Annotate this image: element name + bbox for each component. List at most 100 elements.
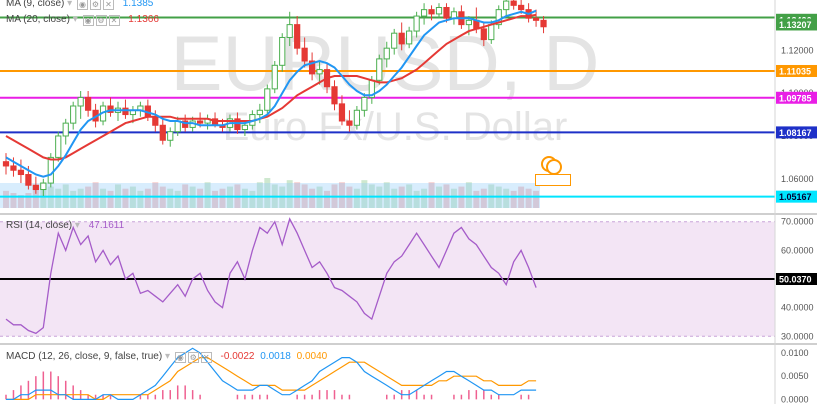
ma20-dropdown-icon[interactable]: ▾ [73, 14, 78, 25]
candle-body [159, 124, 166, 141]
rsi-value: 47.1611 [88, 220, 125, 231]
candle-body [294, 24, 301, 49]
rsi-tick-label: 60.0000 [781, 245, 814, 255]
ma9-remove-icon[interactable]: ✕ [102, 0, 114, 10]
candle-body [47, 156, 54, 184]
event-marker-icon[interactable] [546, 159, 562, 175]
candle-body [510, 0, 517, 6]
ma20-value: 1.1366 [128, 14, 159, 25]
price-badge-label: 1.08167 [779, 128, 812, 138]
price-tick-label: 1.12000 [781, 45, 814, 55]
candle-body [167, 131, 174, 141]
candle-body [338, 103, 346, 122]
price-badge-label: 1.11035 [779, 66, 811, 76]
rsi-dropdown-icon[interactable]: ▾ [75, 220, 80, 231]
candle-body [488, 24, 495, 41]
price-badge-label: 1.05167 [779, 192, 812, 202]
ma9-dropdown-icon[interactable]: ▾ [67, 0, 72, 9]
ma20-legend[interactable]: MA (20, close) ▾ ◉ ⚙ ✕ 1.1366 [6, 14, 159, 26]
ma9-label: MA (9, close) [6, 0, 65, 9]
candle-body [406, 30, 413, 45]
candle-body [10, 165, 17, 171]
rsi-tick-label: 70.0000 [781, 217, 814, 227]
macd-settings-icon[interactable]: ⚙ [187, 352, 199, 363]
candle-body [480, 28, 487, 41]
ma9-value: 1.1385 [122, 0, 154, 9]
candle-body [174, 120, 181, 133]
ma9-settings-icon[interactable]: ⚙ [89, 0, 101, 10]
candle-body [264, 88, 271, 111]
candle-body [2, 161, 10, 167]
ma9-legend[interactable]: MA (9, close) ▾ ◉ ⚙ ✕ 1.1385 [6, 0, 153, 10]
candle-body [353, 109, 361, 126]
candle-body [70, 105, 77, 124]
candle-body [40, 182, 47, 191]
rsi-tick-label: 40.0000 [781, 303, 814, 313]
candle-body [503, 0, 510, 11]
candle-body [25, 174, 32, 186]
macd-label: MACD (12, 26, close, 9, false, true) [6, 351, 163, 362]
rsi-legend[interactable]: RSI (14, close) ▾ 47.1611 [6, 220, 124, 231]
candle-body [55, 135, 62, 158]
candle-body [17, 169, 25, 176]
volume-ma-band [0, 183, 540, 208]
candle-body [420, 9, 428, 17]
candle-body [413, 15, 420, 32]
macd-dropdown-icon[interactable]: ▾ [165, 351, 170, 362]
candle-body [279, 36, 286, 66]
candle-body [443, 6, 450, 19]
candle-body [428, 9, 435, 15]
candle-body [465, 19, 472, 26]
macd-hide-icon[interactable]: ◉ [174, 352, 186, 363]
candle-body [286, 24, 293, 38]
candle-body [331, 86, 338, 105]
rsi-label: RSI (14, close) [6, 220, 73, 231]
candle-body [518, 4, 525, 11]
flag-icon[interactable] [535, 174, 571, 186]
ma20-label: MA (20, close) [6, 14, 70, 25]
candle-body [435, 6, 443, 15]
candle-body [32, 184, 39, 191]
candle-body [256, 109, 263, 116]
macd-value-macd: -0.0022 [220, 351, 255, 362]
candle-body [271, 64, 278, 90]
macd-tick-label: 0.0050 [781, 371, 809, 381]
candle-body [85, 96, 92, 111]
event-markers[interactable] [533, 156, 573, 196]
macd-tick-label: 0.0000 [781, 394, 809, 404]
macd-tick-label: 0.0100 [781, 348, 809, 358]
macd-signal-line [6, 357, 537, 400]
candle-body [540, 19, 547, 28]
candle-body [241, 124, 249, 131]
candle-body [383, 47, 390, 60]
candle-body [391, 32, 398, 49]
price-badge-label: 1.09785 [779, 93, 812, 103]
candle-body [196, 120, 204, 124]
candle-body [316, 69, 323, 75]
candle-body [77, 96, 84, 107]
candle-body [301, 47, 308, 62]
candle-body [376, 58, 383, 81]
rsi-tick-label: 30.0000 [781, 331, 814, 341]
trading-chart: EURUSD, D Euro Fx/U.S. Dollar 1.120001.1… [0, 0, 817, 404]
rsi-badge-label: 50.0370 [779, 275, 812, 285]
macd-value-signal: 0.0018 [260, 351, 291, 362]
candle-body [532, 17, 540, 21]
macd-value-hist: 0.0040 [296, 351, 328, 362]
ma20-remove-icon[interactable]: ✕ [108, 15, 120, 26]
ma20-settings-icon[interactable]: ⚙ [95, 15, 107, 26]
price-badge-label: 1.13207 [779, 20, 812, 30]
candle-body [62, 122, 69, 137]
candle-body [152, 116, 159, 126]
ma20-hide-icon[interactable]: ◉ [82, 15, 94, 26]
chart-canvas: EURUSD, D Euro Fx/U.S. Dollar 1.120001.1… [0, 0, 817, 404]
candle-body [122, 107, 129, 116]
symbol-watermark: EURUSD, D [170, 19, 599, 107]
ma9-hide-icon[interactable]: ◉ [76, 0, 88, 10]
macd-remove-icon[interactable]: ✕ [200, 352, 212, 363]
candle-body [361, 96, 368, 111]
price-tick-label: 1.06000 [781, 174, 814, 184]
macd-legend[interactable]: MACD (12, 26, close, 9, false, true) ▾ ◉… [6, 351, 327, 363]
candle-body [398, 32, 405, 45]
candle-body [346, 120, 353, 126]
